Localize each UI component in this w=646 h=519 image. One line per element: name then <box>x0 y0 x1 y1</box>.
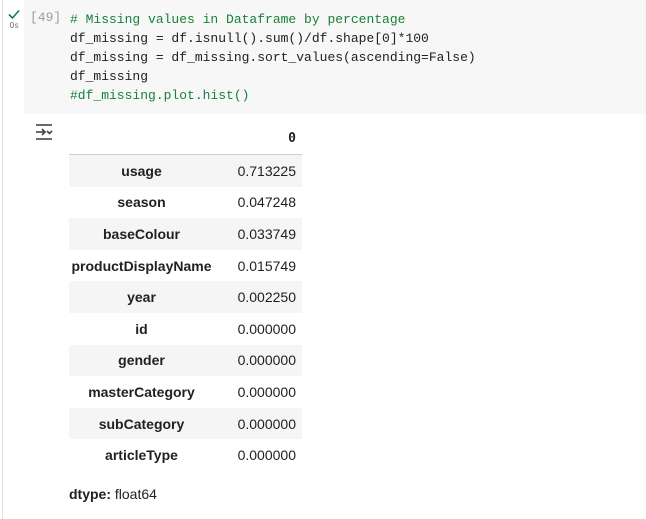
table-row: subCategory 0.000000 <box>69 407 302 440</box>
table-body: usage 0.713225 season 0.047248 baseColour 0.0… <box>69 154 302 471</box>
table-row: usage 0.713225 <box>69 154 302 187</box>
check-icon <box>8 9 20 20</box>
row-index-label: baseColour <box>69 218 214 250</box>
table-row: baseColour 0.033749 <box>69 218 302 250</box>
code-line: df_missing = df.isnull().sum()/df.shape[… <box>70 31 429 46</box>
table-row: season 0.047248 <box>69 187 302 219</box>
code-line: # Missing values in Dataframe by percent… <box>70 12 405 27</box>
row-value: 0.002250 <box>214 281 302 313</box>
row-value: 0.000000 <box>237 383 296 400</box>
dtype-value: float64 <box>114 486 157 502</box>
column-header: 0 <box>214 122 302 155</box>
dtype-line: dtype: float64 <box>69 486 157 502</box>
execution-count: [49] <box>30 10 62 25</box>
row-index-label: usage <box>69 154 214 187</box>
cell-left-rule <box>2 0 3 519</box>
row-index-label: subCategory <box>69 407 214 440</box>
table-row: year 0.002250 <box>69 281 302 313</box>
row-index-label: id <box>135 320 148 337</box>
code-comment: # Missing values in Dataframe by percent… <box>70 12 406 27</box>
table-row: productDisplayName 0.015749 <box>69 250 302 282</box>
code-line: df_missing = df_missing.sort_values(asce… <box>70 50 476 65</box>
table-row: gender 0.000000 <box>69 344 302 377</box>
row-index-label: gender <box>69 344 214 377</box>
row-value: 0.015749 <box>237 257 296 274</box>
code-line: df_missing <box>70 69 149 84</box>
table-row: id 0.000000 <box>69 313 302 345</box>
execution-time: 0s <box>9 21 19 30</box>
row-index-label: season <box>117 194 166 211</box>
code-editor[interactable]: # Missing values in Dataframe by percent… <box>70 10 476 105</box>
row-index-label: articleType <box>105 447 178 464</box>
row-value: 0.713225 <box>214 154 302 187</box>
row-value: 0.000000 <box>214 344 302 377</box>
code-comment: #df_missing.plot.hist() <box>70 88 250 103</box>
table-header-row: 0 <box>69 122 302 155</box>
cell-status: 0s <box>6 8 22 30</box>
dataframe-output-table: 0 usage 0.713225 season 0.047248 baseColour 0… <box>69 122 302 471</box>
table-row: masterCategory 0.000000 <box>69 376 302 408</box>
row-value: 0.047248 <box>237 194 296 211</box>
output-toggle-icon[interactable] <box>33 122 55 142</box>
row-index-label: year <box>69 281 214 313</box>
row-value: 0.000000 <box>237 320 296 337</box>
row-index-label: masterCategory <box>88 383 195 400</box>
dtype-label: dtype: <box>69 486 111 502</box>
row-value: 0.000000 <box>214 407 302 440</box>
row-index-label: productDisplayName <box>71 257 212 274</box>
table-corner <box>69 122 214 155</box>
row-value: 0.000000 <box>237 447 296 464</box>
row-value: 0.033749 <box>214 218 302 250</box>
table-row: articleType 0.000000 <box>69 439 302 471</box>
